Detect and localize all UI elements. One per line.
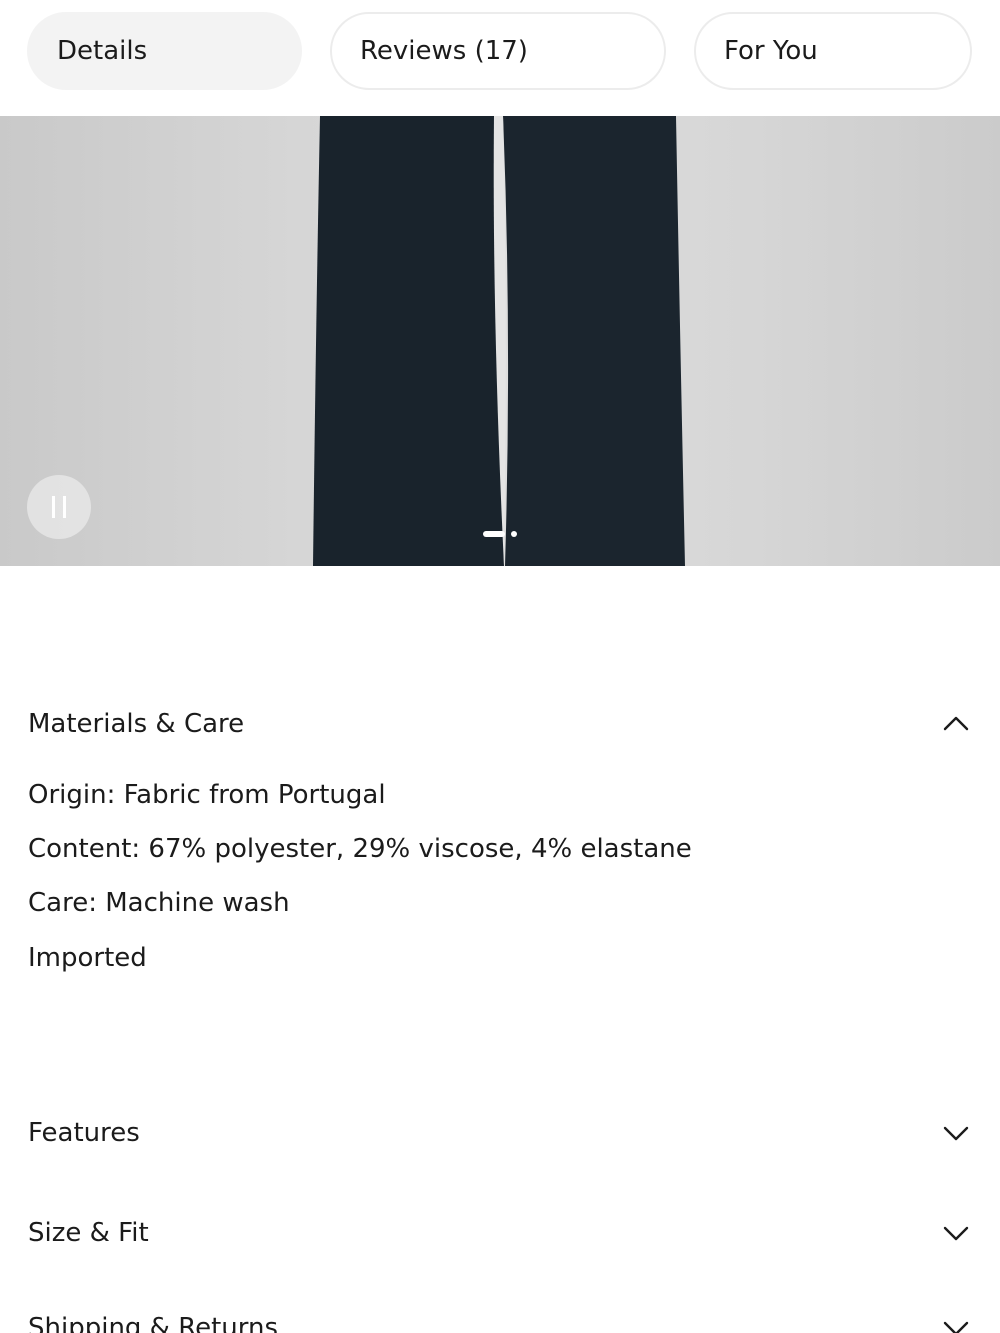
carousel-indicator <box>483 531 517 537</box>
carousel-dot[interactable] <box>511 531 517 537</box>
product-video[interactable] <box>0 116 1000 566</box>
chevron-down-icon <box>942 1219 970 1247</box>
pause-icon <box>52 496 55 518</box>
tab-details[interactable]: Details <box>27 12 302 90</box>
materials-content: Content: 67% polyester, 29% viscose, 4% … <box>28 834 692 864</box>
accordion-features[interactable]: Features <box>0 1103 1000 1163</box>
tab-reviews[interactable]: Reviews (17) <box>330 12 666 90</box>
chevron-down-icon <box>942 1119 970 1147</box>
chevron-down-icon <box>942 1314 970 1333</box>
accordion-title: Materials & Care <box>28 709 245 739</box>
accordion-title: Size & Fit <box>28 1218 149 1248</box>
tab-for-you[interactable]: For You <box>694 12 972 90</box>
accordion-shipping-returns[interactable]: Shipping & Returns <box>0 1298 1000 1333</box>
materials-care: Care: Machine wash <box>28 888 290 918</box>
accordion-materials-care[interactable]: Materials & Care <box>0 694 1000 754</box>
product-image-pants <box>313 116 685 566</box>
pause-button[interactable] <box>27 475 91 539</box>
chevron-up-icon <box>942 710 970 738</box>
carousel-dot-active[interactable] <box>483 531 505 537</box>
materials-origin: Origin: Fabric from Portugal <box>28 780 386 810</box>
materials-imported: Imported <box>28 943 147 973</box>
accordion-size-fit[interactable]: Size & Fit <box>0 1203 1000 1263</box>
section-tabs: Details Reviews (17) For You <box>0 0 1000 116</box>
accordion-title: Features <box>28 1118 140 1148</box>
accordion-title: Shipping & Returns <box>28 1313 279 1333</box>
